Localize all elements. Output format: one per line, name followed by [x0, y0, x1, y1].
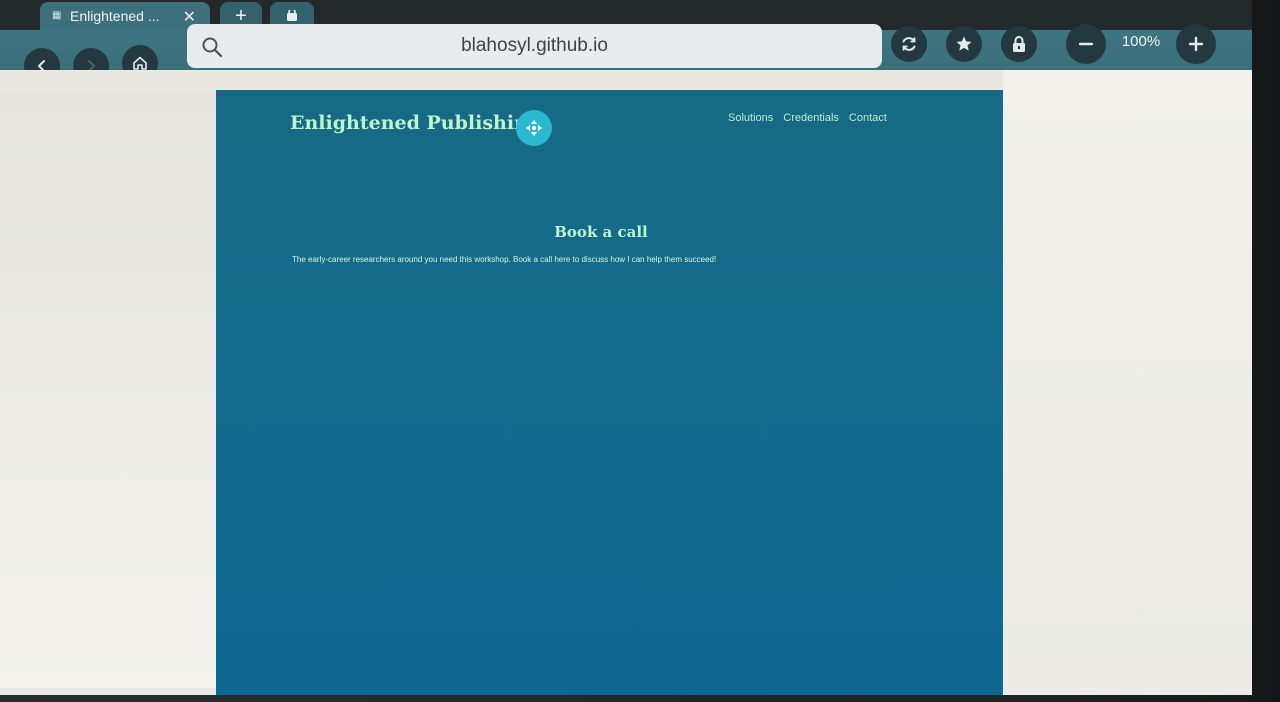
- page-intro-text: The early-career researchers around you …: [292, 255, 717, 264]
- nav-link-credentials[interactable]: Credentials: [783, 112, 839, 124]
- site-logo[interactable]: Enlightened Publishing: [290, 112, 541, 134]
- page-heading: Book a call: [554, 223, 648, 241]
- star-icon: [956, 36, 972, 51]
- screen: ▦ Enlightened ... ✕ + blahosyl.github.io…: [0, 0, 1280, 702]
- security-button[interactable]: [1001, 26, 1037, 62]
- tab-title: Enlightened ...: [70, 8, 160, 24]
- zoom-in-button[interactable]: [1176, 24, 1216, 64]
- address-bar[interactable]: blahosyl.github.io: [187, 24, 882, 68]
- site-nav: Solutions Credentials Contact: [728, 112, 887, 124]
- bookmark-button[interactable]: [946, 26, 982, 62]
- lock-icon: [1013, 36, 1025, 52]
- page-margin-right: [1003, 70, 1252, 695]
- page-viewport: Enlightened Publishing Solutions Credent…: [0, 70, 1252, 695]
- incognito-icon: [287, 10, 297, 21]
- home-icon: [133, 56, 147, 70]
- reload-button[interactable]: [891, 26, 927, 62]
- page-margin-left: [0, 90, 224, 688]
- nav-link-contact[interactable]: Contact: [849, 112, 887, 124]
- plus-icon: [1188, 36, 1204, 52]
- close-tab-icon[interactable]: ✕: [183, 7, 196, 26]
- address-text: blahosyl.github.io: [461, 35, 608, 56]
- nav-link-solutions[interactable]: Solutions: [728, 112, 773, 124]
- search-icon: [202, 37, 223, 58]
- page-favicon-icon: ▦: [52, 10, 62, 21]
- tab-enlightened[interactable]: ▦ Enlightened ... ✕: [40, 2, 210, 30]
- site-page: Enlightened Publishing Solutions Credent…: [216, 90, 1003, 695]
- zoom-level: 100%: [1121, 33, 1161, 50]
- reload-icon: [902, 37, 916, 51]
- zoom-out-button[interactable]: [1066, 24, 1106, 64]
- move-arrows-icon: [526, 120, 542, 136]
- move-handle[interactable]: [516, 110, 552, 146]
- minus-icon: [1078, 42, 1094, 46]
